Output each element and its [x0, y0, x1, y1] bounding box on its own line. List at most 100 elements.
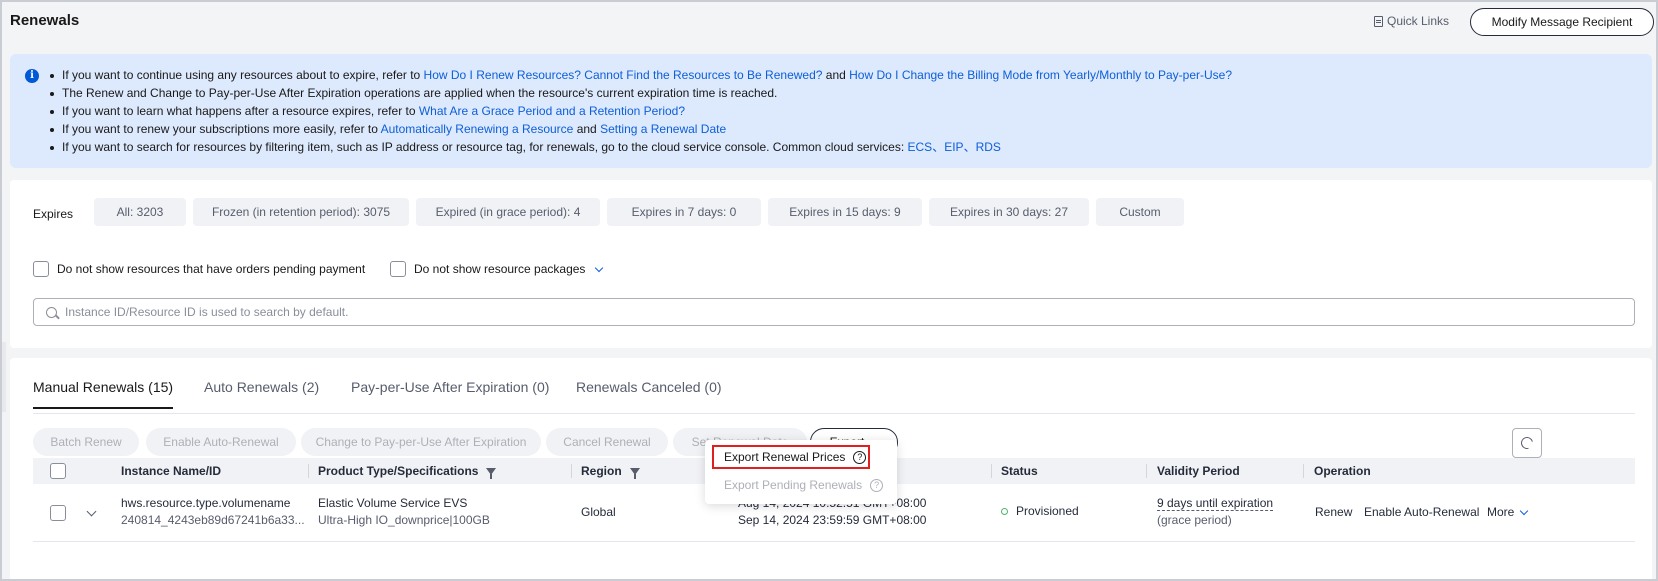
filter-icon[interactable] — [486, 467, 497, 479]
column-divider — [1146, 464, 1147, 478]
region-value: Global — [581, 505, 616, 519]
tab-auto-renewals[interactable]: Auto Renewals (2) — [204, 379, 319, 407]
product-type: Elastic Volume Service EVS — [318, 496, 468, 510]
renewals-page: Renewals Quick Links Modify Message Reci… — [0, 0, 1658, 581]
chip-15-days[interactable]: Expires in 15 days: 9 — [768, 198, 922, 226]
info-line: If you want to learn what happens after … — [50, 103, 1652, 121]
info-banner: i If you want to continue using any reso… — [10, 54, 1652, 168]
link-change-billing[interactable]: How Do I Change the Billing Mode from Ye… — [849, 68, 1232, 82]
tab-renewals-canceled[interactable]: Renewals Canceled (0) — [576, 379, 722, 407]
validity-sub: (grace period) — [1157, 513, 1232, 527]
link-renewal-date[interactable]: Setting a Renewal Date — [600, 122, 726, 136]
info-icon: i — [25, 69, 39, 83]
refresh-button[interactable] — [1512, 428, 1542, 458]
filter-panel: Expires All: 3203 Frozen (in retention p… — [10, 180, 1652, 348]
chip-custom[interactable]: Custom — [1096, 198, 1184, 226]
tab-manual-renewals[interactable]: Manual Renewals (15) — [33, 379, 174, 409]
column-divider — [1303, 464, 1304, 478]
info-text: and — [573, 122, 601, 136]
row-checkbox[interactable] — [50, 505, 66, 521]
info-text: and — [822, 68, 850, 82]
col-status: Status — [1001, 464, 1038, 478]
side-handle — [2, 342, 6, 412]
checkbox-label: Do not show resources that have orders p… — [57, 262, 366, 276]
column-divider — [571, 464, 572, 478]
page-title: Renewals — [10, 12, 80, 29]
info-text: If you want to renew your subscriptions … — [62, 122, 381, 136]
search-icon — [46, 306, 57, 318]
status-label: Provisioned — [1016, 504, 1079, 518]
validity-label[interactable]: 9 days until expiration — [1157, 496, 1274, 511]
chip-expired[interactable]: Expired (in grace period): 4 — [416, 198, 600, 226]
search-box[interactable] — [33, 298, 1635, 326]
chip-frozen[interactable]: Frozen (in retention period): 3075 — [193, 198, 409, 226]
link-rds[interactable]: RDS — [976, 140, 1001, 154]
info-text: If you want to learn what happens after … — [62, 104, 419, 118]
status-dot-icon — [1001, 508, 1008, 516]
link-ecs[interactable]: ECS — [908, 140, 933, 154]
instance-id: 240814_4243eb89d67241b6a33... — [121, 513, 305, 527]
enable-auto-renewal-button[interactable]: Enable Auto-Renewal — [146, 428, 296, 456]
checkbox-label: Do not show resource packages — [414, 262, 586, 276]
column-divider — [991, 464, 992, 478]
refresh-icon — [1518, 434, 1536, 452]
info-text: If you want to search for resources by f… — [62, 140, 908, 154]
quick-links-link[interactable]: Quick Links — [1374, 14, 1449, 28]
enable-auto-renewal-link[interactable]: Enable Auto-Renewal — [1364, 504, 1479, 521]
chip-all[interactable]: All: 3203 — [94, 198, 186, 226]
export-dropdown: Export Renewal Prices ? Export Pending R… — [705, 440, 897, 504]
link-how-renew[interactable]: How Do I Renew Resources? Cannot Find th… — [424, 68, 823, 82]
change-ppu-button[interactable]: Change to Pay-per-Use After Expiration — [301, 428, 541, 456]
checkbox[interactable] — [33, 261, 49, 277]
link-eip[interactable]: EIP — [944, 140, 963, 154]
col-operation: Operation — [1314, 464, 1371, 478]
end-time: Sep 14, 2024 23:59:59 GMT+08:00 — [738, 513, 927, 527]
renewal-tabs: Manual Renewals (15) Auto Renewals (2) P… — [33, 358, 1635, 414]
export-pending-renewals-item[interactable]: Export Pending Renewals ? — [724, 478, 884, 492]
more-link[interactable]: More — [1487, 504, 1529, 521]
info-text: The Renew and Change to Pay-per-Use Afte… — [62, 86, 778, 100]
renew-link[interactable]: Renew — [1315, 504, 1352, 521]
col-instance: Instance Name/ID — [121, 464, 222, 478]
chip-7-days[interactable]: Expires in 7 days: 0 — [607, 198, 761, 226]
chevron-down-icon — [1520, 506, 1529, 516]
filter-icon[interactable] — [629, 467, 640, 479]
validity-value: 9 days until expiration — [1157, 495, 1274, 512]
modify-message-recipient-button[interactable]: Modify Message Recipient — [1470, 8, 1654, 36]
checkbox[interactable] — [390, 261, 406, 277]
col-region: Region — [581, 464, 640, 479]
status-value: Provisioned — [1001, 503, 1079, 520]
product-spec: Ultra-High IO_downprice|100GB — [318, 513, 490, 527]
pending-payment-checkbox[interactable]: Do not show resources that have orders p… — [33, 261, 365, 277]
help-icon: ? — [870, 478, 884, 492]
info-list: If you want to continue using any resour… — [50, 67, 1652, 157]
export-renewal-prices-item[interactable]: Export Renewal Prices ? — [724, 450, 867, 464]
col-validity: Validity Period — [1157, 464, 1240, 478]
page-header: Renewals Quick Links Modify Message Reci… — [2, 2, 1656, 50]
chevron-down-icon[interactable] — [595, 263, 604, 272]
document-icon — [1374, 15, 1383, 27]
expires-label: Expires — [33, 207, 74, 221]
chip-30-days[interactable]: Expires in 30 days: 27 — [929, 198, 1089, 226]
tab-pay-per-use[interactable]: Pay-per-Use After Expiration (0) — [351, 379, 549, 407]
select-all-checkbox[interactable] — [50, 463, 66, 479]
quick-links-label: Quick Links — [1387, 14, 1450, 28]
col-product: Product Type/Specifications — [318, 464, 497, 479]
link-grace-period[interactable]: What Are a Grace Period and a Retention … — [419, 104, 685, 118]
link-auto-renewing[interactable]: Automatically Renewing a Resource — [381, 122, 574, 136]
col-product-label: Product Type/Specifications — [318, 464, 479, 478]
search-input[interactable] — [65, 305, 1565, 319]
batch-renew-button[interactable]: Batch Renew — [33, 428, 139, 456]
info-line: If you want to search for resources by f… — [50, 139, 1652, 157]
col-region-label: Region — [581, 464, 622, 478]
export-renewal-prices-label: Export Renewal Prices — [724, 450, 846, 464]
resource-packages-checkbox[interactable]: Do not show resource packages — [390, 261, 604, 277]
help-icon: ? — [853, 450, 867, 464]
chevron-down-icon[interactable] — [86, 506, 97, 517]
expires-chips: All: 3203 Frozen (in retention period): … — [94, 198, 1184, 226]
link-separator: 、 — [963, 140, 976, 154]
info-line: The Renew and Change to Pay-per-Use Afte… — [50, 85, 1652, 103]
column-divider — [308, 464, 309, 478]
cancel-renewal-button[interactable]: Cancel Renewal — [546, 428, 668, 456]
export-pending-renewals-label: Export Pending Renewals — [724, 478, 863, 492]
